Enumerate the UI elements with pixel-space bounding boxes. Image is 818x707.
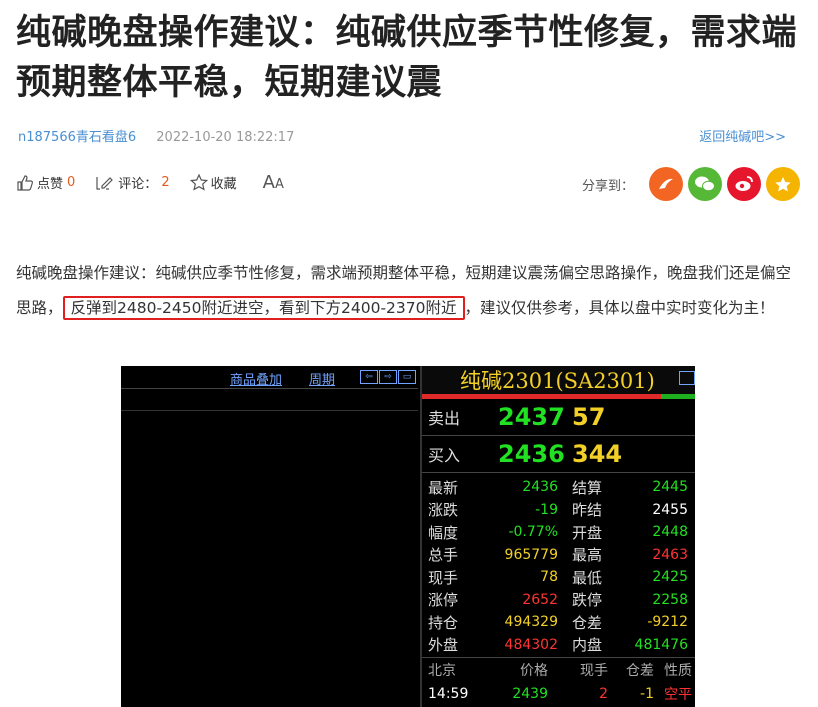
stat-value: 2258: [652, 591, 688, 608]
comment-count: 2: [161, 175, 170, 190]
stat-value: 2445: [652, 479, 688, 496]
article-title: 纯碱晚盘操作建议：纯碱供应季节性修复，需求端预期整体平稳，短期建议震: [16, 13, 798, 103]
period-link[interactable]: 周期: [309, 369, 335, 388]
stat-label: 总手: [428, 546, 459, 565]
tick-table-header: 北京 价格 现手 仓差 性质: [422, 657, 695, 682]
stat-label: 跌停: [572, 591, 603, 610]
stat-label: 昨结: [572, 501, 603, 520]
stat-label: 结算: [572, 478, 603, 497]
quote-stat-row: 持仓 494329 仓差 -9212: [422, 611, 695, 634]
next-icon[interactable]: ⇨: [379, 370, 397, 384]
stat-label: 仓差: [572, 613, 603, 632]
stat-value: 484302: [504, 636, 558, 653]
stat-value: 2425: [652, 569, 688, 586]
quote-stat-row: 外盘 484302 内盘 481476: [422, 634, 695, 657]
comment-label: 评论：: [118, 177, 158, 192]
comment-button[interactable]: 评论： 2: [95, 173, 170, 192]
overlay-link[interactable]: 商品叠加: [230, 369, 282, 388]
collect-button[interactable]: 收藏: [189, 173, 237, 192]
stat-value: 78: [540, 569, 558, 586]
stat-value: 481476: [634, 636, 688, 653]
stat-label: 幅度: [428, 523, 459, 542]
favorite-star-icon[interactable]: [766, 167, 800, 201]
quote-screenshot: 商品叠加 周期 ⇦ ⇨ ▭ 纯碱2301(SA2301) 卖出 2437 57 …: [121, 366, 695, 707]
share-label: 分享到：: [581, 178, 634, 194]
publish-time: 2022-10-20 18:22:17: [156, 130, 295, 145]
contract-title: 纯碱2301(SA2301): [422, 366, 695, 394]
buy-row: 买入 2436 344: [422, 436, 695, 473]
stat-label: 内盘: [572, 636, 603, 655]
share-bar: 分享到：: [582, 167, 800, 201]
stat-label: 外盘: [428, 636, 459, 655]
wechat-icon[interactable]: [688, 167, 722, 201]
like-count: 0: [67, 175, 76, 190]
back-to-forum-link[interactable]: 返回纯碱吧>>: [699, 126, 786, 145]
font-size-button[interactable]: AA: [263, 172, 284, 193]
thumbs-up-icon: [17, 174, 33, 191]
bid-ask-ratio-bar: [422, 394, 695, 399]
stat-label: 现手: [428, 568, 459, 587]
stat-label: 开盘: [572, 523, 603, 542]
share-feed-icon[interactable]: [649, 167, 683, 201]
stat-label: 最高: [572, 546, 603, 565]
chart-toolbar: 商品叠加 周期 ⇦ ⇨ ▭: [121, 366, 418, 389]
window-icon[interactable]: [679, 371, 695, 385]
stat-value: -19: [535, 501, 558, 518]
tick-row: 14:59 2439 2 -1 空平: [428, 686, 692, 703]
quote-stat-row: 涨跌 -19 昨结 2455: [422, 499, 695, 522]
stat-value: 2455: [652, 501, 688, 518]
article-meta: n187566青石看盘6 2022-10-20 18:22:17: [18, 126, 294, 145]
like-button[interactable]: 点赞 0: [16, 173, 75, 192]
quote-stat-row: 涨停 2652 跌停 2258: [422, 589, 695, 612]
stat-value: 2436: [522, 479, 558, 496]
author-link[interactable]: n187566青石看盘6: [18, 130, 136, 145]
quote-stat-row: 总手 965779 最高 2463: [422, 544, 695, 567]
highlighted-advice: 反弹到2480-2450附近进空，看到下方2400-2370附近: [62, 296, 465, 320]
quote-panel: 纯碱2301(SA2301) 卖出 2437 57 买入 2436 344 最新…: [420, 366, 695, 707]
action-bar: 点赞 0 评论： 2 收藏 AA: [16, 172, 284, 193]
stat-value: -0.77%: [508, 524, 558, 541]
collect-label: 收藏: [210, 177, 237, 192]
stat-value: 965779: [504, 546, 558, 563]
article-body: 纯碱晚盘操作建议：纯碱供应季节性修复，需求端预期整体平稳，短期建议震荡偏空思路操…: [16, 256, 802, 326]
body-text-after: ，建议仅供参考，具体以盘中实时变化为主！: [464, 299, 775, 317]
stat-value: 494329: [504, 614, 558, 631]
stat-value: 2448: [652, 524, 688, 541]
chart-area: 商品叠加 周期 ⇦ ⇨ ▭: [121, 366, 418, 707]
weibo-icon[interactable]: [727, 167, 761, 201]
quote-stat-row: 幅度 -0.77% 开盘 2448: [422, 521, 695, 544]
like-label: 点赞: [37, 177, 64, 192]
edit-icon: [96, 176, 114, 190]
quote-stat-row: 最新 2436 结算 2445: [422, 476, 695, 499]
stat-label: 涨停: [428, 591, 459, 610]
stat-value: 2652: [522, 591, 558, 608]
stat-label: 最新: [428, 478, 459, 497]
stat-label: 持仓: [428, 613, 459, 632]
quote-stats: 最新 2436 结算 2445 涨跌 -19 昨结 2455 幅度 -0.77% 开盘 2448 总手 9…: [422, 476, 695, 656]
chart-divider: [121, 410, 418, 411]
quote-stat-row: 现手 78 最低 2425: [422, 566, 695, 589]
stat-label: 涨跌: [428, 501, 459, 520]
star-icon: [189, 174, 208, 191]
expand-icon[interactable]: ▭: [398, 370, 416, 384]
stat-label: 最低: [572, 568, 603, 587]
stat-value: -9212: [647, 614, 688, 631]
prev-icon[interactable]: ⇦: [360, 370, 378, 384]
sell-row: 卖出 2437 57: [422, 399, 695, 436]
stat-value: 2463: [652, 546, 688, 563]
